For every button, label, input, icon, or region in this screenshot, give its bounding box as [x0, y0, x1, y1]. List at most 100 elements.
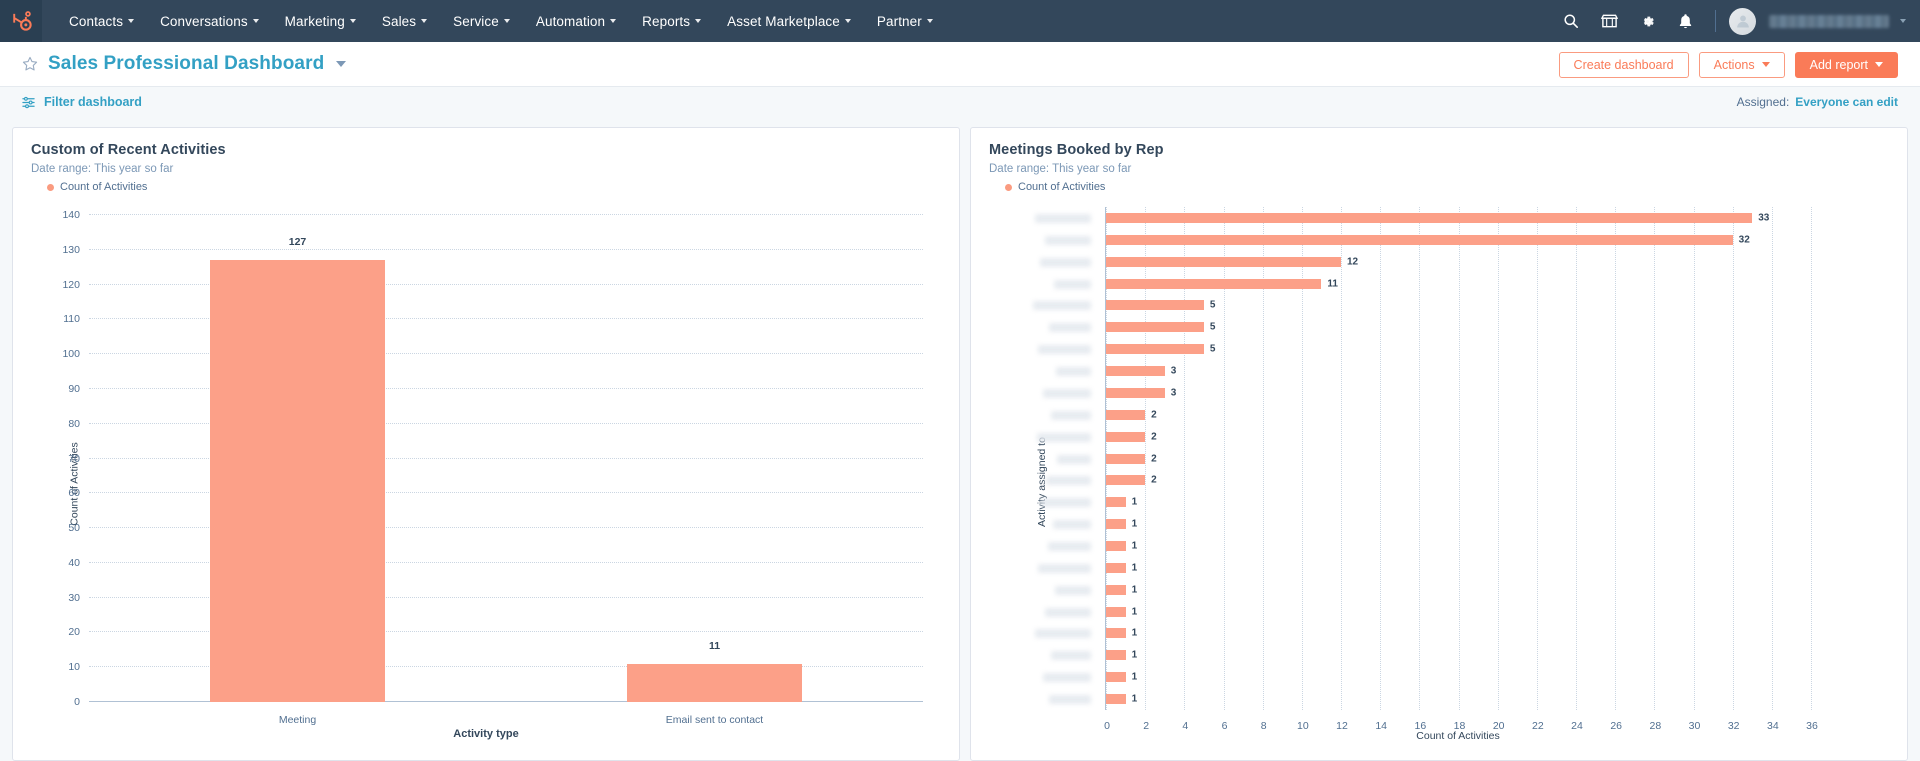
chevron-down-icon [926, 19, 933, 23]
notifications-button[interactable] [1668, 4, 1702, 38]
bar-value-label: 2 [1151, 474, 1157, 486]
bar[interactable] [1106, 212, 1753, 223]
nav-item-service[interactable]: Service [440, 0, 523, 42]
bar[interactable] [1106, 584, 1126, 595]
bar[interactable] [1106, 475, 1146, 486]
bar[interactable] [1106, 234, 1733, 245]
nav-item-automation[interactable]: Automation [523, 0, 629, 42]
x-gridline: 24 [1571, 207, 1583, 732]
title-chevron-down-icon[interactable] [336, 61, 347, 67]
y-axis-tick-label: 90 [68, 382, 80, 395]
create-dashboard-button[interactable]: Create dashboard [1558, 51, 1689, 78]
nav-item-conversations[interactable]: Conversations [147, 0, 272, 42]
bar[interactable] [1106, 431, 1146, 442]
bar[interactable] [1106, 453, 1146, 464]
hubspot-sprocket-icon [13, 11, 32, 31]
bar[interactable] [1106, 694, 1126, 705]
marketplace-icon [1600, 14, 1618, 28]
bar[interactable] [1106, 650, 1126, 661]
bar-value-label: 1 [1131, 693, 1138, 705]
search-icon [1564, 14, 1578, 28]
bar-value-label: 11 [708, 639, 721, 652]
chart-legend[interactable]: Count of Activities [1005, 181, 1889, 193]
y-axis-tick-label [1044, 607, 1091, 617]
add-report-button[interactable]: Add report [1794, 51, 1898, 78]
y-axis-tick-label [1046, 476, 1091, 486]
y-axis-tick-label [1057, 454, 1091, 464]
bar[interactable] [1106, 256, 1341, 267]
page-title[interactable]: Sales Professional Dashboard [48, 53, 324, 75]
bar[interactable] [1106, 278, 1322, 289]
vertical-bar-chart[interactable]: Count of Activities 0 10 20 30 40 50 60 70 80 90 1… [31, 207, 941, 760]
bar[interactable] [626, 663, 803, 702]
create-dashboard-label: Create dashboard [1573, 57, 1674, 72]
bar[interactable] [1106, 387, 1165, 398]
y-axis-tick-label: 50 [68, 522, 80, 535]
bar[interactable] [1106, 628, 1126, 639]
user-avatar[interactable] [1729, 7, 1756, 35]
bar[interactable] [1106, 606, 1126, 617]
bar[interactable] [1106, 409, 1146, 420]
y-axis-tick-label [1038, 345, 1091, 355]
actions-button[interactable]: Actions [1698, 51, 1785, 78]
bar[interactable] [1106, 322, 1204, 333]
nav-item-label: Automation [535, 13, 606, 29]
chevron-down-icon [128, 19, 135, 23]
bar-value-label: 1 [1131, 562, 1138, 574]
nav-item-sales[interactable]: Sales [369, 0, 440, 42]
report-card-custom-of-recent-activities[interactable]: Custom of Recent Activities Date range: … [12, 127, 960, 761]
bar[interactable] [209, 260, 386, 702]
account-name-label[interactable] [1769, 14, 1889, 28]
y-gridline: 140 [62, 209, 923, 221]
y-axis-tick-label [1036, 432, 1091, 442]
marketplace-button[interactable] [1592, 4, 1626, 38]
bar[interactable] [1106, 497, 1126, 508]
bar-value-label: 2 [1151, 453, 1157, 464]
nav-item-partner[interactable]: Partner [864, 0, 946, 42]
bar[interactable] [1106, 562, 1126, 573]
x-gridline: 20 [1493, 207, 1505, 732]
bar-value-label: 1 [1131, 496, 1138, 508]
bar-value-label: 127 [288, 236, 307, 249]
y-axis-tick-label [1041, 498, 1091, 508]
settings-button[interactable] [1630, 4, 1664, 38]
bar[interactable] [1106, 519, 1126, 530]
x-gridline: 18 [1454, 207, 1465, 732]
bar-value-label: 11 [1327, 278, 1338, 290]
legend-label: Count of Activities [60, 181, 148, 193]
add-report-label: Add report [1809, 57, 1868, 72]
y-axis-tick-label: 120 [62, 278, 80, 291]
bar[interactable] [1106, 672, 1126, 683]
x-gridline: 14 [1375, 207, 1387, 732]
bar[interactable] [1106, 366, 1165, 377]
favorite-star-button[interactable] [22, 56, 38, 72]
bar[interactable] [1106, 300, 1204, 311]
nav-item-marketing[interactable]: Marketing [272, 0, 369, 42]
search-button[interactable] [1554, 4, 1588, 38]
horizontal-bar-chart[interactable]: Activity assigned to 0 2 4 6 8 10 12 14 16 18 20 22… [989, 203, 1889, 760]
legend-label: Count of Activities [1018, 181, 1106, 193]
settings-gear-icon [1643, 16, 1654, 26]
filter-sliders-icon [22, 96, 35, 108]
dashboard-actions: Create dashboard Actions Add report [1558, 42, 1898, 87]
bar[interactable] [1106, 344, 1204, 355]
chevron-down-icon [844, 19, 851, 23]
hubspot-logo-button[interactable] [0, 0, 42, 42]
chart-legend[interactable]: Count of Activities [47, 181, 941, 193]
report-title: Custom of Recent Activities [31, 142, 226, 158]
bar[interactable] [1106, 540, 1126, 551]
plot-area: 0 10 20 30 40 50 60 70 80 90 100 110 120 130 140 127 Mee… [62, 209, 923, 726]
report-card-meetings-booked-by-rep[interactable]: Meetings Booked by Rep Date range: This … [970, 127, 1908, 761]
nav-item-reports[interactable]: Reports [629, 0, 714, 42]
bar-value-label: 3 [1170, 365, 1177, 377]
y-axis-tick-label [1055, 585, 1091, 595]
report-date-range: Date range: This year so far [31, 163, 174, 175]
nav-item-asset-marketplace[interactable]: Asset Marketplace [714, 0, 864, 42]
y-axis-tick-label [1049, 695, 1091, 705]
bar-value-label: 1 [1131, 518, 1138, 530]
y-axis-category-labels [1017, 207, 1097, 710]
nav-item-contacts[interactable]: Contacts [56, 0, 147, 42]
nav-item-label: Conversations [160, 13, 248, 29]
assigned-permission-link[interactable]: Everyone can edit [1795, 95, 1898, 109]
filter-dashboard-button[interactable]: Filter dashboard [22, 95, 142, 109]
